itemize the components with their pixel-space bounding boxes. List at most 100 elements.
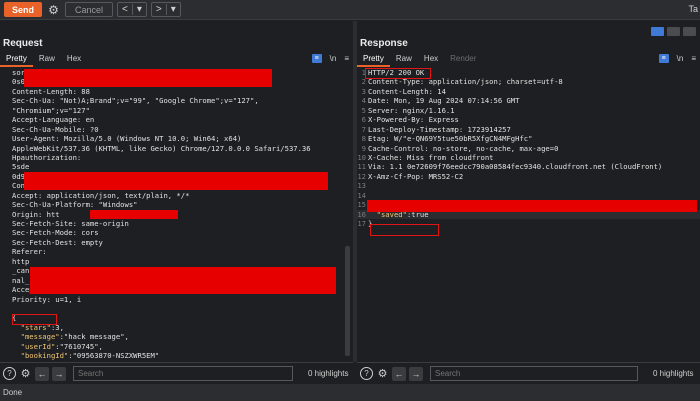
code-line: 14 [357, 191, 700, 200]
split-vertical-icon[interactable] [667, 27, 680, 36]
code-text: Content-Length: 14 [368, 86, 446, 96]
code-line: 7 Last-Deploy-Timestamp: 1723914257 [357, 125, 700, 134]
json-value: :"7610745", [55, 341, 103, 351]
code-text: Accept-Language: en [12, 115, 95, 125]
split-horizontal-icon[interactable] [651, 27, 664, 36]
code-line: 11 Via: 1.1 0e72609f76eedcc790a08584fec93… [357, 162, 700, 171]
code-line: "bookingId":"09563870-NSZXWR5EM" [0, 351, 353, 360]
json-key: "message" [20, 332, 60, 342]
code-text: Last-Deploy-Timestamp: 1723914257 [368, 124, 511, 134]
arrow-right-icon[interactable]: → [409, 366, 423, 381]
redaction-block [90, 210, 178, 219]
tab-raw[interactable]: Raw [390, 53, 418, 67]
single-pane-icon[interactable] [683, 27, 696, 36]
chevron-left-icon: < [122, 4, 128, 15]
line-number: 7 [361, 124, 366, 134]
arrow-right-icon[interactable]: → [52, 366, 66, 381]
target-label[interactable]: Ta [688, 4, 698, 14]
code-text: X-Cache: Miss from cloudfront [368, 152, 494, 162]
forward-button[interactable]: > ▾ [150, 2, 181, 17]
line-number: 8 [361, 134, 366, 144]
status-bar: Done [0, 384, 700, 401]
code-text: Server: nginx/1.16.1 [368, 105, 455, 115]
request-scrollbar[interactable] [345, 246, 350, 356]
line-number: 4 [361, 96, 366, 106]
code-line: Accept-Language: en [0, 115, 353, 124]
chevron-right-icon: > [155, 4, 162, 15]
send-button[interactable]: Send [4, 2, 42, 17]
code-line: 9 Cache-Control: no-store, no-cache, max-… [357, 144, 700, 153]
message-icon[interactable]: ≡ [311, 54, 322, 63]
json-value: :"09563870-NSZXWR5EM" [68, 351, 160, 361]
code-text: Date: Mon, 19 Aug 2024 07:14:56 GMT [368, 96, 520, 106]
gear-icon[interactable]: ⚙ [46, 2, 61, 17]
line-number: 12 [357, 171, 366, 181]
line-number: 10 [357, 152, 366, 162]
tab-pretty[interactable]: Pretty [357, 53, 390, 67]
back-button[interactable]: < ▾ [117, 2, 147, 17]
line-number: 11 [357, 162, 366, 172]
code-line: 10 X-Cache: Miss from cloudfront [357, 153, 700, 162]
code-text: User-Agent: Mozilla/5.0 (Windows NT 10.0… [12, 134, 242, 144]
code-line: Sec-Ch-Ua-Mobile: ?0 [0, 125, 353, 134]
line-number: 17 [357, 219, 366, 228]
line-number: 15 [357, 200, 366, 210]
code-line: Referer: [0, 247, 353, 256]
search-input[interactable] [73, 366, 293, 381]
tab-render[interactable]: Render [444, 53, 482, 67]
message-icon[interactable]: ≡ [658, 54, 669, 63]
code-line: 6 X-Powered-By: Express [357, 115, 700, 124]
code-line: Priority: u=1, i [0, 295, 353, 304]
json-value: :"hack message", [59, 332, 129, 342]
code-line: "Chromium";v="127" [0, 106, 353, 115]
line-number: 16 [357, 209, 366, 219]
redaction-block [24, 172, 328, 190]
gear-icon[interactable]: ⚙ [19, 367, 32, 380]
code-text: nal_ [12, 275, 30, 285]
arrow-left-icon[interactable]: ← [392, 366, 406, 381]
request-editor[interactable]: sor 0s0 Content-Length: 88 Sec-Ch-Ua: "Not)… [0, 68, 353, 362]
redaction-block [30, 267, 336, 294]
code-line: 5 Server: nginx/1.16.1 [357, 106, 700, 115]
code-text: X-Amz-Cf-Pop: MRS52-C2 [368, 171, 464, 181]
response-search-bar: ? ⚙ ← → 0 highlights [357, 362, 700, 384]
help-icon[interactable]: ? [3, 367, 16, 380]
tab-hex[interactable]: Hex [418, 53, 444, 67]
response-editor[interactable]: 1 HTTP/2 200 OK 2 Content-Type: application… [357, 68, 700, 362]
code-text: X-Powered-By: Express [368, 115, 459, 125]
code-text: AppleWebKit/537.36 (KHTML, like Gecko) C… [12, 143, 311, 153]
tab-raw[interactable]: Raw [33, 53, 61, 67]
arrow-left-icon[interactable]: ← [35, 366, 49, 381]
top-toolbar: Send ⚙ Cancel < ▾ > ▾ Ta [0, 0, 700, 20]
tab-hex[interactable]: Hex [61, 53, 87, 67]
newline-icon[interactable]: \n [330, 54, 337, 63]
code-text: Priority: u=1, i [12, 294, 82, 304]
request-pane: Request Pretty Raw Hex ≡ \n ≡ sor 0s0 Cont… [0, 21, 353, 362]
cancel-button[interactable]: Cancel [65, 2, 113, 17]
request-tabs: Pretty Raw Hex ≡ \n ≡ [0, 53, 353, 67]
code-text: Referer: [12, 247, 47, 257]
code-line: 8 Etag: W/"e-QN69Y5tue50bR5XfgCN4MFgHfc" [357, 134, 700, 143]
menu-icon[interactable]: ≡ [691, 54, 696, 63]
code-text: "Chromium";v="127" [12, 105, 90, 115]
json-key: "userId" [20, 341, 56, 351]
code-line: 4 Date: Mon, 19 Aug 2024 07:14:56 GMT [357, 96, 700, 105]
layout-toggle[interactable] [651, 27, 696, 36]
code-text: Sec-Fetch-Mode: cors [12, 228, 99, 238]
search-input[interactable] [430, 366, 638, 381]
code-line: Sec-Fetch-Dest: empty [0, 238, 353, 247]
code-text: Sec-Ch-Ua-Platform: "Windows" [12, 200, 138, 210]
chevron-down-icon[interactable]: ▾ [167, 4, 180, 15]
line-number: 3 [361, 86, 366, 96]
menu-icon[interactable]: ≡ [344, 54, 349, 63]
tab-pretty[interactable]: Pretty [0, 53, 33, 67]
code-line: User-Agent: Mozilla/5.0 (Windows NT 10.0… [0, 134, 353, 143]
gear-icon[interactable]: ⚙ [376, 367, 389, 380]
code-line: 12 X-Amz-Cf-Pop: MRS52-C2 [357, 172, 700, 181]
help-icon[interactable]: ? [360, 367, 373, 380]
newline-icon[interactable]: \n [677, 54, 684, 63]
code-line: Accept: application/json, text/plain, */… [0, 191, 353, 200]
chevron-down-icon[interactable]: ▾ [133, 4, 146, 15]
code-line: "message":"hack message", [0, 332, 353, 341]
